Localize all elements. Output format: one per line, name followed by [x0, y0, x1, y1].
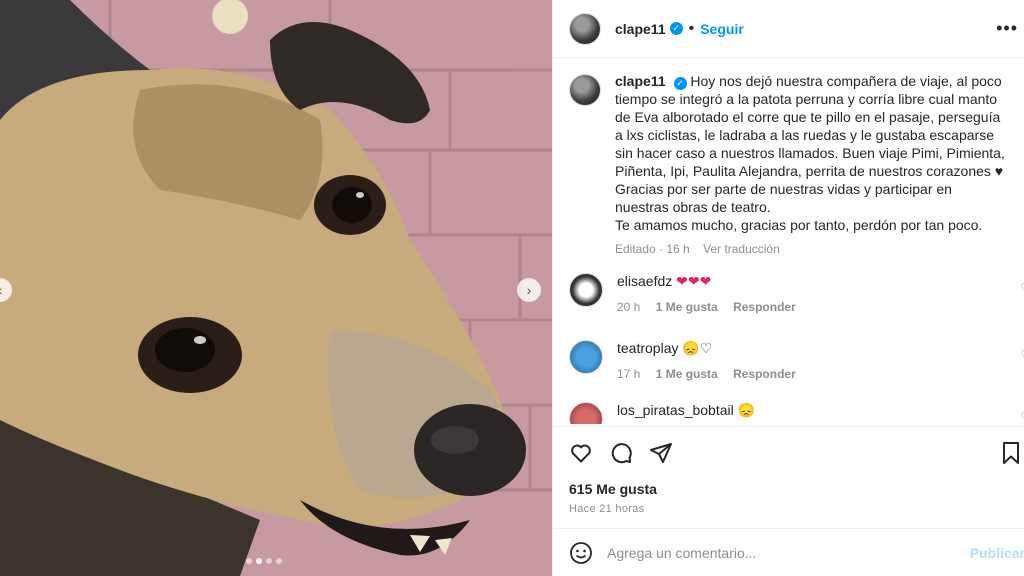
post-panel: clape11 ✓ • Seguir ••• clape11 ✓ Hoy nos…	[552, 0, 1024, 576]
caption-text: Hoy nos dejó nuestra compañera de viaje,…	[615, 73, 1005, 233]
publish-button[interactable]: Publicar	[970, 545, 1024, 561]
separator-dot: •	[688, 19, 695, 37]
comments-section: clape11 ✓ Hoy nos dejó nuestra compañera…	[553, 58, 1024, 424]
avatar[interactable]	[569, 340, 603, 374]
comment-time: 17 h	[617, 367, 641, 381]
comment-username[interactable]: teatroplay	[617, 340, 678, 356]
post-header: clape11 ✓ • Seguir •••	[553, 0, 1024, 58]
post-actions: 615 Me gusta Hace 21 horas	[553, 426, 1024, 528]
bookmark-icon[interactable]	[999, 441, 1023, 465]
comment-time: 20 h	[617, 300, 641, 314]
avatar[interactable]	[569, 12, 601, 45]
carousel-dot	[266, 558, 272, 564]
comment-item: teatroplay 😞♡ 17 h 1 Me gusta Responder …	[569, 340, 1024, 381]
username[interactable]: clape11	[615, 21, 666, 37]
comment-item: los_piratas_bobtail 😞 ♡	[569, 402, 1024, 424]
like-comment-icon[interactable]: ♡	[1020, 410, 1024, 424]
comment-likes[interactable]: 1 Me gusta	[656, 300, 718, 314]
comment-username[interactable]: elisaefdz	[617, 273, 672, 289]
avatar[interactable]	[569, 402, 603, 424]
comment-icon[interactable]	[609, 441, 633, 465]
reply-button[interactable]: Responder	[733, 300, 796, 314]
verified-icon: ✓	[669, 22, 683, 35]
caption: clape11 ✓ Hoy nos dejó nuestra compañera…	[553, 58, 1024, 258]
follow-button[interactable]: Seguir	[700, 21, 744, 37]
chevron-left-icon: ‹	[0, 282, 2, 298]
verified-icon: ✓	[673, 76, 687, 90]
next-slide-button[interactable]: ›	[517, 278, 541, 302]
likes-count[interactable]: 615 Me gusta	[569, 481, 657, 497]
post-photo[interactable]: ‹ ›	[0, 0, 552, 576]
translate-link[interactable]: Ver traducción	[703, 242, 780, 256]
edited-label: Editado · 16 h	[615, 242, 690, 256]
comment-likes[interactable]: 1 Me gusta	[656, 367, 718, 381]
chevron-right-icon: ›	[526, 282, 532, 298]
post-timestamp: Hace 21 horas	[569, 503, 645, 515]
share-icon[interactable]	[649, 441, 673, 465]
carousel-dot	[246, 558, 252, 564]
comment-text: 😞	[737, 402, 756, 418]
carousel-dot	[276, 558, 282, 564]
like-icon[interactable]	[569, 441, 593, 465]
avatar[interactable]	[569, 273, 603, 307]
avatar[interactable]	[569, 74, 601, 106]
dog-photo	[0, 0, 552, 576]
comment-text: ❤❤❤	[676, 273, 712, 289]
reply-button[interactable]: Responder	[733, 367, 796, 381]
carousel-dot-active	[256, 558, 262, 564]
like-comment-icon[interactable]: ♡	[1020, 348, 1024, 362]
comment-item: elisaefdz ❤❤❤ 20 h 1 Me gusta Responder …	[569, 273, 1024, 314]
carousel-indicator	[246, 558, 282, 564]
caption-username[interactable]: clape11	[615, 73, 666, 89]
like-comment-icon[interactable]: ♡	[1020, 281, 1024, 295]
comment-username[interactable]: los_piratas_bobtail	[617, 402, 734, 418]
comment-input[interactable]	[607, 544, 967, 561]
comment-text: 😞♡	[682, 340, 713, 356]
add-comment-bar: Publicar	[553, 528, 1024, 576]
more-options-icon[interactable]: •••	[996, 18, 1018, 39]
emoji-icon[interactable]	[569, 541, 593, 565]
